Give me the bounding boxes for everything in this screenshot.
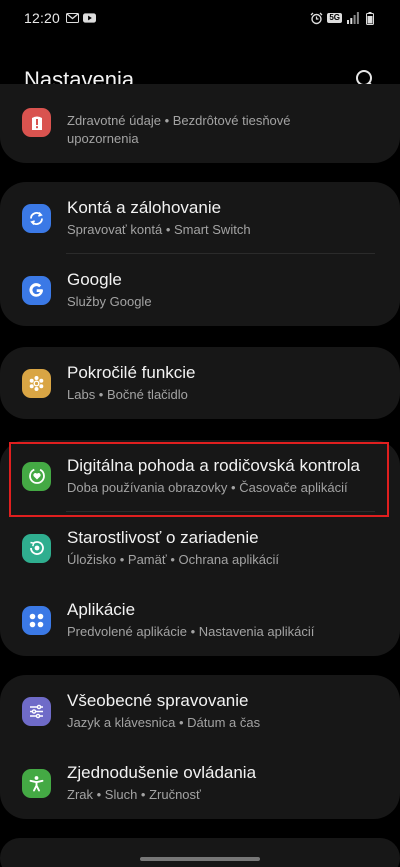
settings-item-title: Google	[67, 270, 122, 289]
settings-item-digital-wellbeing[interactable]: Digitálna pohoda a rodičovská kontrola D…	[0, 440, 400, 512]
settings-item-title: Všeobecné spravovanie	[67, 691, 249, 710]
settings-item-title: Pokročilé funkcie	[67, 363, 196, 382]
5g-icon: 5G	[327, 13, 342, 23]
youtube-icon	[83, 12, 97, 25]
settings-group-safety: Zdravotné údaje • Bezdrôtové tiesňové up…	[0, 84, 400, 163]
status-time: 12:20	[24, 10, 61, 26]
signal-icon	[346, 12, 359, 25]
status-bar: 12:20 5G	[0, 0, 400, 36]
digital-wellbeing-icon	[22, 461, 51, 491]
settings-item-subtitle: Spravovať kontá • Smart Switch	[67, 222, 251, 237]
settings-item-title: Starostlivosť o zariadenie	[67, 528, 259, 547]
settings-group-general: Všeobecné spravovanie Jazyk a klávesnica…	[0, 675, 400, 819]
settings-item-advanced-features[interactable]: Pokročilé funkcie Labs • Bočné tlačidlo	[0, 347, 400, 419]
settings-item-google[interactable]: Google Služby Google	[0, 254, 400, 326]
notification-icons	[66, 12, 97, 25]
general-management-icon	[22, 696, 51, 726]
apps-icon	[22, 605, 51, 635]
settings-group-accounts: Kontá a zálohovanie Spravovať kontá • Sm…	[0, 182, 400, 326]
accessibility-icon	[22, 768, 51, 798]
settings-item-device-care[interactable]: Starostlivosť o zariadenie Úložisko • Pa…	[0, 512, 400, 584]
gmail-icon	[66, 12, 80, 25]
battery-icon	[363, 11, 376, 25]
settings-item-subtitle: Labs • Bočné tlačidlo	[67, 387, 188, 402]
settings-item-subtitle: Služby Google	[67, 294, 152, 309]
google-icon	[22, 275, 51, 305]
settings-item-general-management[interactable]: Všeobecné spravovanie Jazyk a klávesnica…	[0, 675, 400, 747]
settings-group-device: Digitálna pohoda a rodičovská kontrola D…	[0, 440, 400, 656]
settings-item-apps[interactable]: Aplikácie Predvolené aplikácie • Nastave…	[0, 584, 400, 656]
settings-item-title: Digitálna pohoda a rodičovská kontrola	[67, 456, 360, 475]
settings-group-next	[0, 838, 400, 867]
advanced-features-icon	[22, 368, 51, 398]
system-icons: 5G	[310, 11, 376, 25]
settings-item-subtitle: Zrak • Sluch • Zručnosť	[67, 787, 201, 802]
sync-icon	[22, 203, 51, 233]
settings-item-accounts-backup[interactable]: Kontá a zálohovanie Spravovať kontá • Sm…	[0, 182, 400, 254]
settings-item-subtitle: Doba používania obrazovky • Časovače apl…	[67, 480, 348, 495]
settings-item-safety[interactable]: Zdravotné údaje • Bezdrôtové tiesňové up…	[0, 84, 400, 163]
device-care-icon	[22, 533, 51, 563]
settings-item-subtitle: Predvolené aplikácie • Nastavenia apliká…	[67, 624, 315, 639]
settings-item-accessibility[interactable]: Zjednodušenie ovládania Zrak • Sluch • Z…	[0, 747, 400, 819]
settings-item-subtitle: Úložisko • Pamäť • Ochrana aplikácií	[67, 552, 279, 567]
gesture-nav-handle[interactable]	[140, 857, 260, 861]
settings-item-title: Aplikácie	[67, 600, 136, 619]
safety-icon	[22, 108, 51, 137]
settings-item-title: Zjednodušenie ovládania	[67, 763, 257, 782]
settings-item-subtitle: Zdravotné údaje • Bezdrôtové tiesňové up…	[67, 113, 291, 146]
alarm-icon	[310, 12, 323, 25]
settings-item-subtitle: Jazyk a klávesnica • Dátum a čas	[67, 715, 261, 730]
settings-group-advanced: Pokročilé funkcie Labs • Bočné tlačidlo	[0, 347, 400, 419]
settings-item-title: Kontá a zálohovanie	[67, 198, 222, 217]
